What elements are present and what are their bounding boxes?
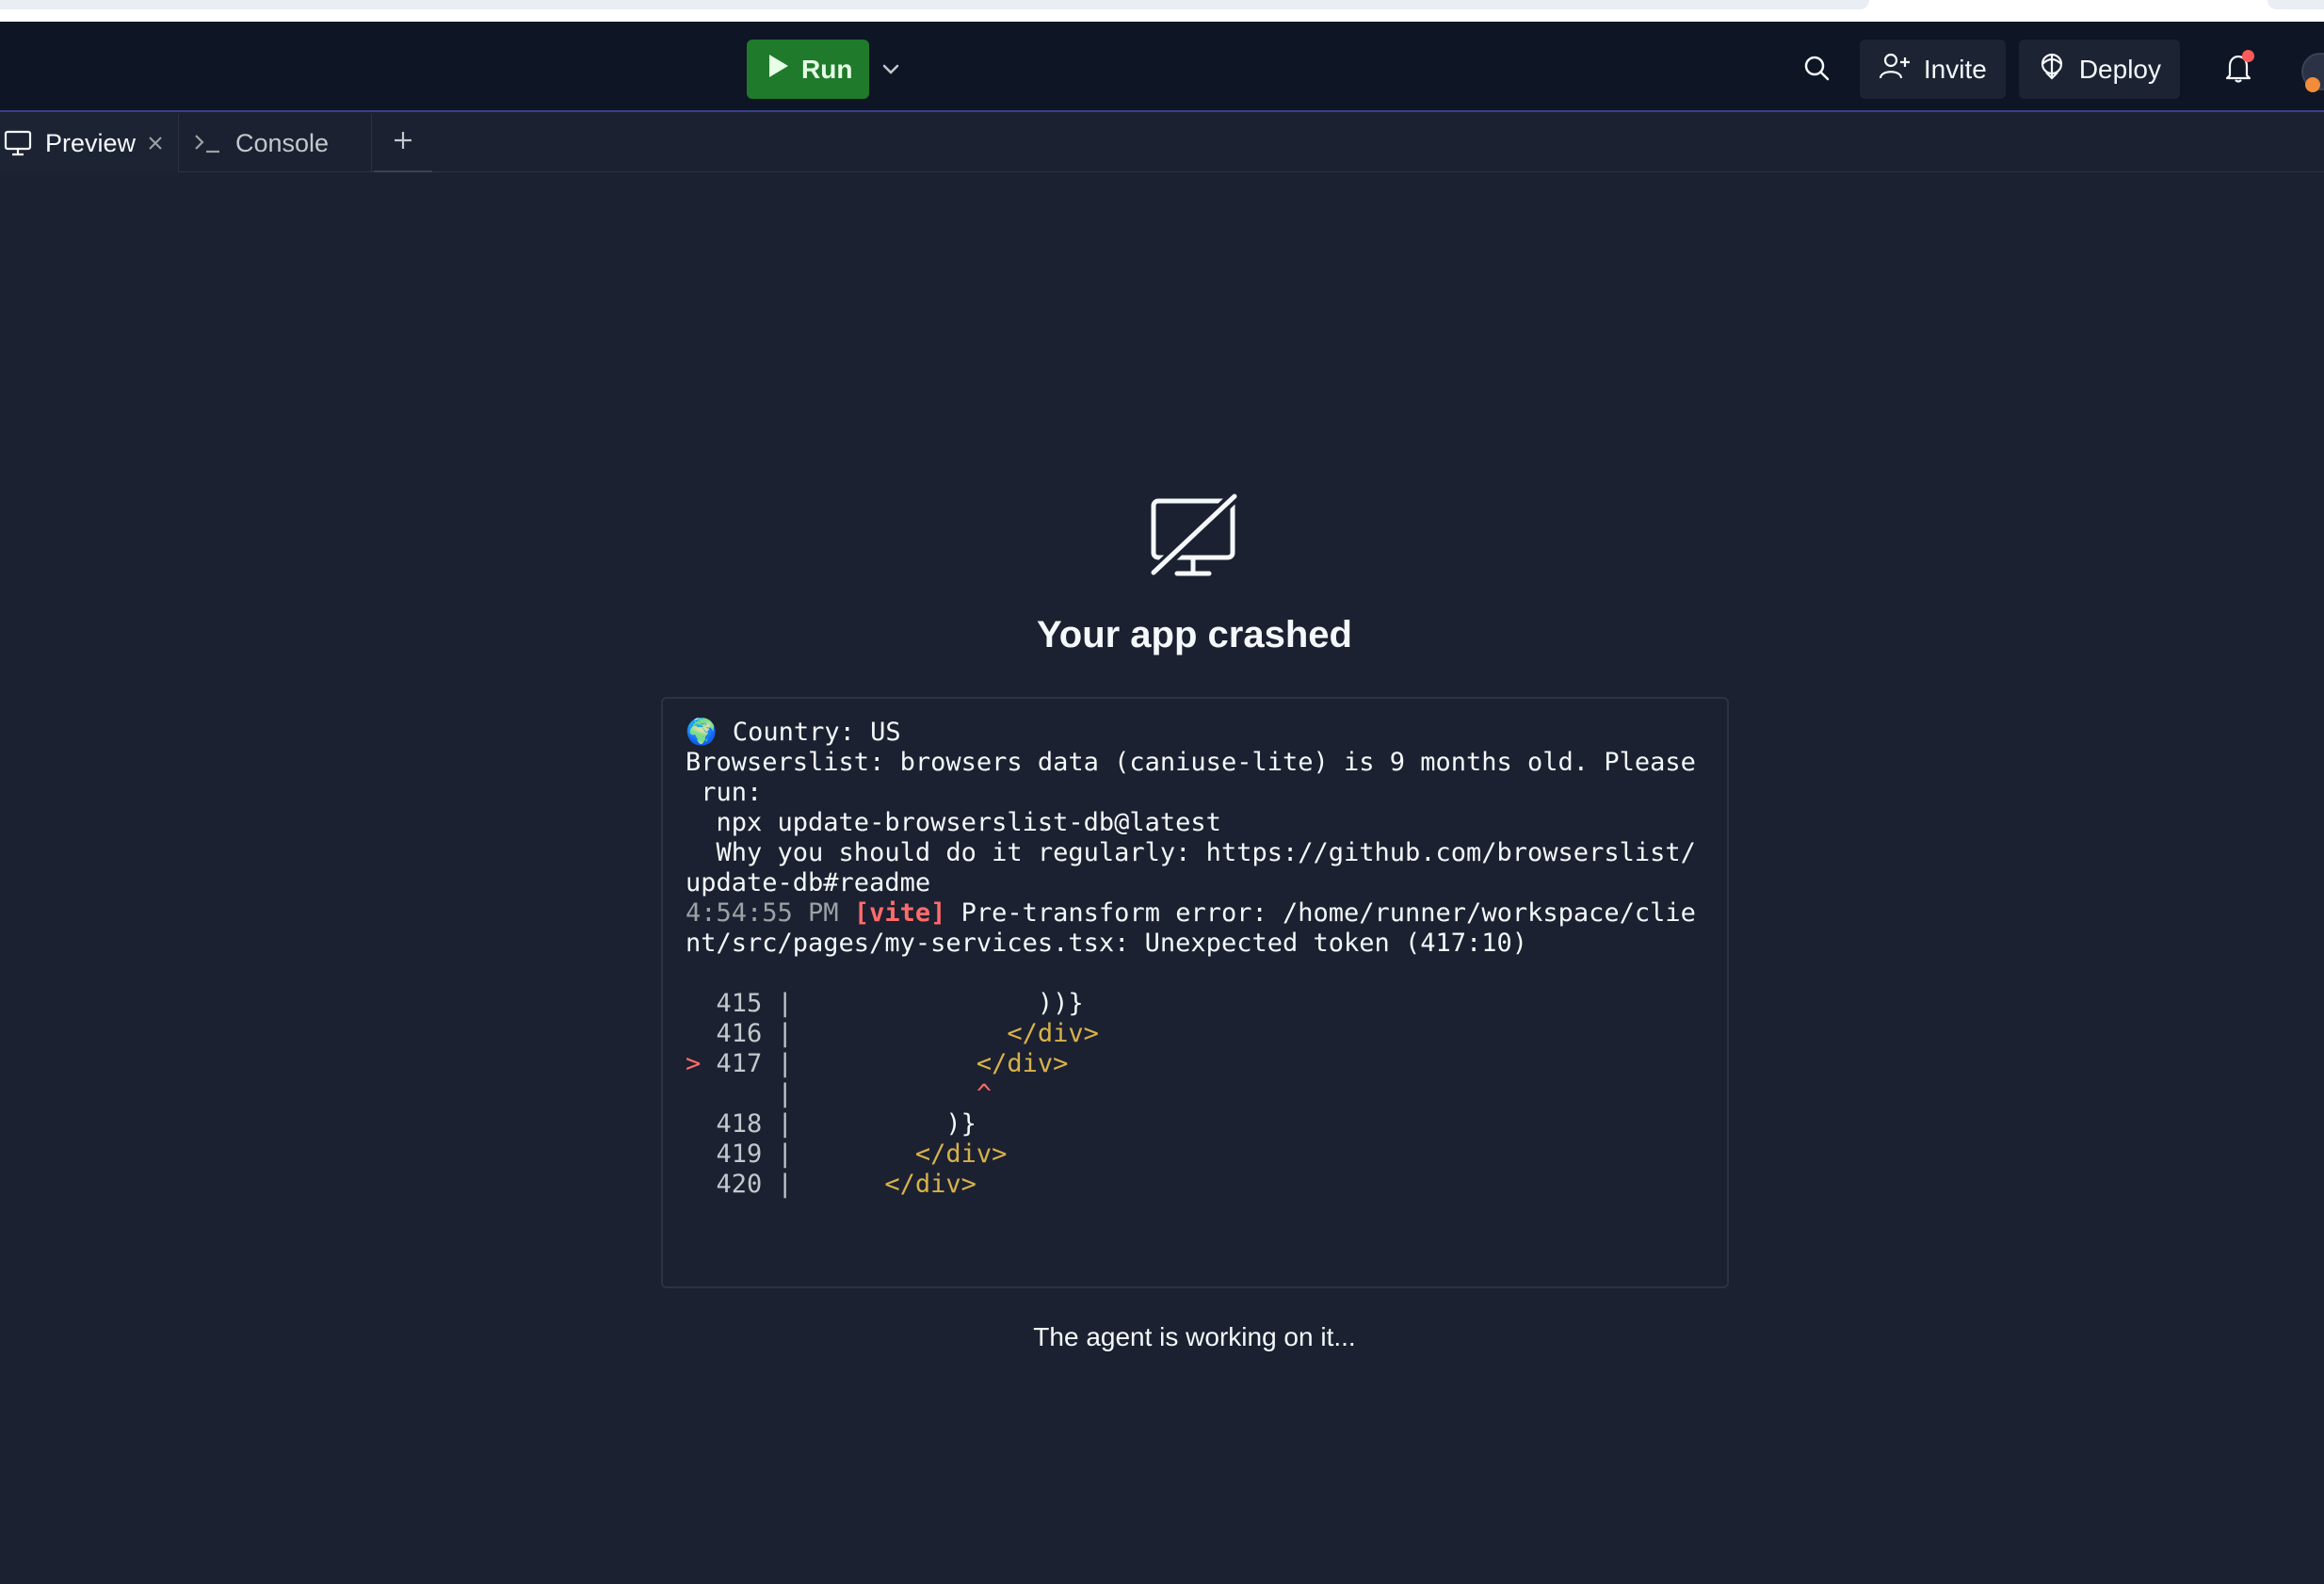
globe-icon: 🌍: [686, 718, 718, 747]
tab-console-label: Console: [235, 128, 330, 157]
code-line-number: 417 |: [716, 1049, 809, 1078]
run-label: Run: [801, 54, 853, 84]
log-why-line: Why you should do it regularly: https://…: [686, 838, 1696, 867]
log-run-line: run:: [686, 778, 763, 807]
terminal-icon: [194, 132, 222, 154]
code-line-marker: >: [686, 1049, 717, 1078]
add-tab-button[interactable]: [374, 114, 432, 172]
code-frame-line: 415 | ))}: [686, 989, 1084, 1018]
code-line-number: 418 |: [716, 1109, 809, 1139]
code-line-text: )}: [808, 1109, 976, 1139]
log-country-line: Country: US: [717, 718, 901, 747]
log-vite-tag: [vite]: [853, 898, 946, 928]
log-error-line-a: Pre-transform error: /home/runner/worksp…: [945, 898, 1696, 928]
close-icon[interactable]: [142, 130, 169, 156]
code-line-text: </div>: [808, 1140, 1008, 1169]
code-line-marker: [686, 1019, 717, 1048]
log-timestamp: 4:54:55 PM: [686, 898, 839, 928]
code-frame-line: 416 | </div>: [686, 1019, 1099, 1048]
code-line-text: ))}: [808, 989, 1084, 1018]
avatar-badge: [2305, 77, 2320, 92]
pane-tab-bar: Preview Console: [0, 114, 2324, 172]
error-log-panel: 🌍 Country: US Browserslist: browsers dat…: [661, 697, 1729, 1288]
monitor-icon: [4, 130, 32, 156]
address-bar-fragment: [0, 0, 1869, 9]
code-line-text: </div>: [808, 1019, 1099, 1048]
log-browserslist-line: Browserslist: browsers data (caniuse-lit…: [686, 748, 1696, 777]
code-line-number: 419 |: [716, 1140, 809, 1169]
avatar[interactable]: [2296, 40, 2324, 99]
code-frame-line: | ^: [686, 1079, 993, 1108]
add-user-icon: [1879, 52, 1911, 87]
code-frame: 415 | ))} 416 | </div> > 417 | </div> | …: [686, 989, 1099, 1199]
log-npx-line: npx update-browserslist-db@latest: [686, 808, 1221, 837]
code-frame-line: 419 | </div>: [686, 1140, 1008, 1169]
tab-preview-label: Preview: [45, 128, 137, 157]
tab-console[interactable]: Console: [179, 114, 372, 172]
deploy-button[interactable]: Deploy: [2018, 40, 2180, 99]
deploy-icon: [2038, 52, 2066, 87]
notification-dot: [2242, 50, 2254, 62]
agent-status-text: The agent is working on it...: [1033, 1322, 1356, 1351]
run-control: Run: [747, 40, 899, 99]
code-line-marker: [686, 1079, 717, 1108]
workspace-header: Run Invite Deploy: [0, 22, 2324, 112]
log-error-line-b: nt/src/pages/my-services.tsx: Unexpected…: [686, 929, 1528, 958]
invite-button[interactable]: Invite: [1859, 40, 2006, 99]
search-icon: [1802, 54, 1831, 86]
code-line-number: 415 |: [716, 989, 809, 1018]
tab-preview[interactable]: Preview: [0, 114, 179, 172]
code-line-marker: [686, 1140, 717, 1169]
error-log: 🌍 Country: US Browserslist: browsers dat…: [686, 718, 1696, 1200]
code-line-number: 420 |: [716, 1170, 809, 1199]
log-readme-line: update-db#readme: [686, 868, 931, 897]
code-line-marker: [686, 989, 717, 1018]
code-line-number: |: [716, 1079, 809, 1108]
monitor-off-icon: [1147, 490, 1241, 580]
deploy-label: Deploy: [2078, 54, 2161, 84]
search-button[interactable]: [1787, 40, 1847, 99]
notifications-button[interactable]: [2208, 40, 2268, 99]
code-frame-line: 418 | )}: [686, 1109, 976, 1139]
browser-tab-fragment: [2268, 0, 2324, 9]
plus-icon: [393, 130, 413, 154]
code-frame-line: > 417 | </div>: [686, 1049, 1068, 1078]
code-frame-line: 420 | </div>: [686, 1170, 976, 1199]
code-line-marker: [686, 1109, 717, 1139]
code-line-text: </div>: [808, 1170, 976, 1199]
code-line-text: ^: [808, 1079, 993, 1108]
code-line-text: </div>: [808, 1049, 1069, 1078]
invite-label: Invite: [1923, 54, 1987, 84]
browser-chrome-strip: [0, 0, 2324, 22]
run-button[interactable]: Run: [747, 40, 870, 99]
crash-title: Your app crashed: [1037, 614, 1352, 655]
play-icon: [767, 54, 790, 85]
header-tools: Invite Deploy: [1787, 40, 2324, 99]
code-line-number: 416 |: [716, 1019, 809, 1048]
code-line-marker: [686, 1170, 717, 1199]
chevron-down-icon[interactable]: [882, 64, 899, 75]
